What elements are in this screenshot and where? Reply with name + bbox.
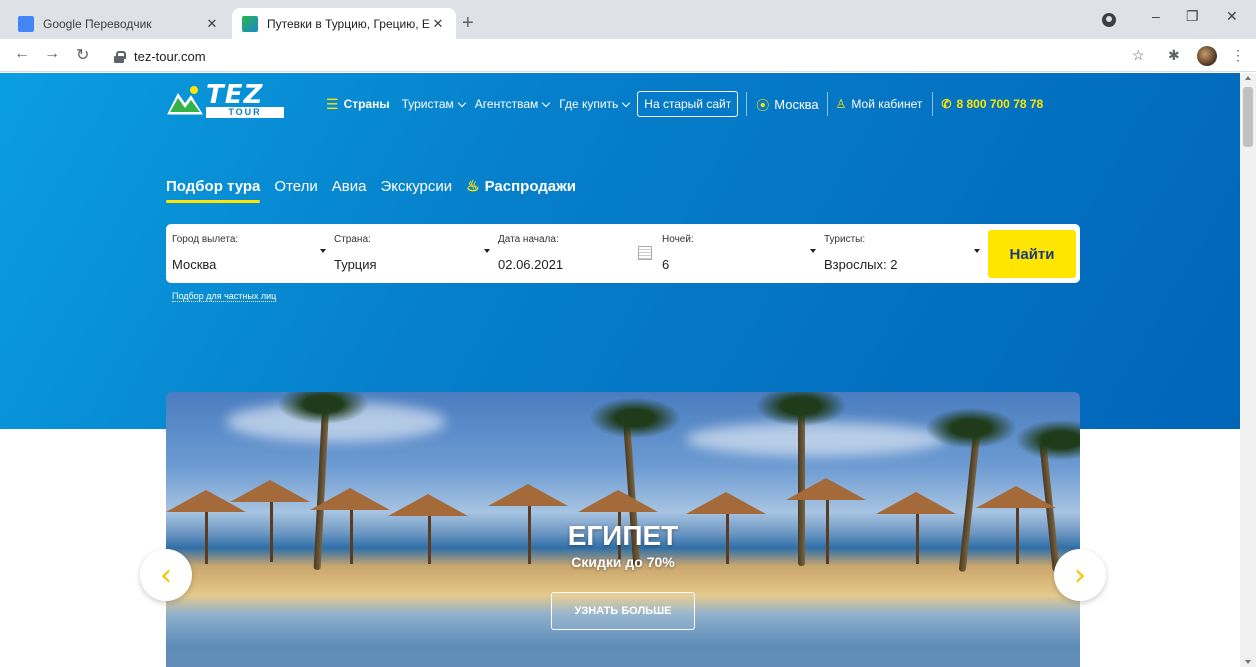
browser-toolbar: ← → ↻ tez-tour.com ☆ ✱ ⋮ xyxy=(0,39,1256,72)
nav-where-buy[interactable]: Где купить xyxy=(559,97,631,111)
beach-umbrella xyxy=(786,478,866,500)
tez-tour-favicon xyxy=(242,15,258,32)
learn-more-button[interactable]: УЗНАТЬ БОЛЬШЕ xyxy=(551,592,695,630)
chevron-down-icon xyxy=(542,98,551,107)
phone-link[interactable]: ✆ 8 800 700 78 78 xyxy=(941,97,1043,111)
tab-excursions[interactable]: Экскурсии xyxy=(380,178,452,195)
calendar-icon[interactable] xyxy=(638,246,652,260)
tab-hotels[interactable]: Отели xyxy=(274,178,317,195)
departure-city-select[interactable]: Город вылета: Москва xyxy=(166,224,330,283)
tab-tez-tour[interactable]: Путевки в Турцию, Грецию, Еги ✕ xyxy=(232,8,456,39)
divider xyxy=(932,92,934,116)
beach-umbrella xyxy=(230,480,310,502)
palm-leaves xyxy=(590,398,680,438)
back-arrow-icon[interactable]: ← xyxy=(14,45,30,63)
tourists-select[interactable]: Туристы: Взрослых: 2 xyxy=(818,224,984,283)
countries-list-icon: ☰ xyxy=(326,95,339,112)
user-avatar[interactable] xyxy=(1197,46,1217,66)
nights-select[interactable]: Ночей: 6 xyxy=(656,224,816,283)
tab-google-translate[interactable]: Google Переводчик ✕ xyxy=(8,8,230,39)
lock-icon xyxy=(114,50,126,63)
scroll-down-arrow-icon[interactable] xyxy=(1245,660,1251,664)
user-icon: ♙ xyxy=(835,97,847,111)
browser-menu-icon[interactable]: ⋮ xyxy=(1231,47,1245,64)
beach-umbrella xyxy=(976,486,1056,508)
beach-umbrella xyxy=(310,488,390,510)
location-pin-icon: ⦿ xyxy=(756,97,770,113)
tab-sales[interactable]: ♨ Распродажи xyxy=(466,177,576,195)
logo-subtext: TOUR xyxy=(206,107,284,118)
banner-title: ЕГИПЕТ xyxy=(567,520,679,551)
phone-icon: ✆ xyxy=(941,97,952,111)
beach-umbrella xyxy=(488,484,568,506)
dropdown-arrow-icon xyxy=(974,249,980,253)
tour-search-form: Город вылета: Москва Страна: Турция Дата… xyxy=(166,224,1080,283)
logo-text: TEZ xyxy=(206,80,264,110)
tez-tour-logo[interactable]: TEZ TOUR xyxy=(166,81,286,119)
country-select[interactable]: Страна: Турция xyxy=(328,224,492,283)
tab-avia[interactable]: Авиа xyxy=(332,178,367,195)
cloud-decoration xyxy=(686,422,946,456)
bookmark-star-icon[interactable]: ☆ xyxy=(1132,47,1145,64)
slider-prev-button[interactable]: ‹ xyxy=(140,549,192,601)
slider-next-button[interactable]: › xyxy=(1054,549,1106,601)
chevron-left-icon: ‹ xyxy=(160,557,172,593)
search-type-tabs: Подбор тура Отели Авиа Экскурсии ♨ Распро… xyxy=(166,177,590,203)
divider xyxy=(826,92,828,116)
url-text[interactable]: tez-tour.com xyxy=(134,49,206,64)
city-selector[interactable]: ⦿ Москва xyxy=(756,95,818,114)
nav-countries[interactable]: ☰ Страны xyxy=(326,96,390,113)
beach-umbrella xyxy=(388,494,468,516)
palm-leaves xyxy=(926,408,1016,448)
banner-subtitle: Скидки до 70% xyxy=(571,554,675,570)
beach-umbrella xyxy=(686,492,766,514)
hero-section: TEZ TOUR ☰ Страны Туристам Агентствам Гд… xyxy=(0,73,1240,429)
minimize-button[interactable]: – xyxy=(1152,8,1160,24)
forward-arrow-icon[interactable]: → xyxy=(44,45,60,63)
chevron-down-icon xyxy=(622,98,631,107)
beach-umbrella xyxy=(876,492,956,514)
google-translate-icon xyxy=(18,15,34,32)
top-navigation: ☰ Страны Туристам Агентствам Где купить … xyxy=(326,89,1043,119)
dropdown-arrow-icon xyxy=(484,249,490,253)
address-bar[interactable]: tez-tour.com xyxy=(106,43,1122,69)
tab-tour-selection[interactable]: Подбор тура xyxy=(166,178,261,203)
nav-agencies[interactable]: Агентствам xyxy=(475,97,551,111)
tab-title: Путевки в Турцию, Грецию, Еги xyxy=(267,16,430,31)
divider xyxy=(746,92,748,116)
palm-leaves xyxy=(756,392,846,426)
start-date-input[interactable]: Дата начала: 02.06.2021 xyxy=(492,224,656,283)
dropdown-arrow-icon xyxy=(320,249,326,253)
promo-banner[interactable]: ЕГИПЕТ Скидки до 70% УЗНАТЬ БОЛЬШЕ xyxy=(166,392,1080,667)
tab-title: Google Переводчик xyxy=(43,16,152,31)
chevron-down-icon xyxy=(457,98,467,107)
maximize-button[interactable]: ❐ xyxy=(1186,8,1199,25)
scroll-thumb[interactable] xyxy=(1243,87,1253,147)
reload-icon[interactable]: ↻ xyxy=(76,45,89,65)
dropdown-arrow-icon xyxy=(810,249,816,253)
private-persons-link[interactable]: Подбор для частных лиц xyxy=(172,291,277,302)
my-cabinet-link[interactable]: ♙ Мой кабинет xyxy=(836,97,923,111)
tab-close-icon[interactable]: ✕ xyxy=(204,16,220,32)
logo-mountain-icon xyxy=(167,86,203,115)
tab-close-icon[interactable]: ✕ xyxy=(430,16,446,32)
close-window-button[interactable]: ✕ xyxy=(1226,8,1238,25)
nav-tourists[interactable]: Туристам xyxy=(402,97,467,111)
page-viewport: TEZ TOUR ☰ Страны Туристам Агентствам Гд… xyxy=(0,73,1240,667)
flame-icon: ♨ xyxy=(466,178,480,195)
new-tab-button[interactable]: + xyxy=(462,12,474,35)
profile-menu-icon[interactable] xyxy=(1102,13,1116,27)
palm-leaves xyxy=(1016,420,1080,460)
browser-tab-bar: Google Переводчик ✕ Путевки в Турцию, Гр… xyxy=(0,0,1256,39)
beach-umbrella xyxy=(578,490,658,512)
scroll-up-arrow-icon[interactable] xyxy=(1245,76,1251,80)
extensions-icon[interactable]: ✱ xyxy=(1168,47,1180,64)
find-button[interactable]: Найти xyxy=(988,230,1076,278)
old-site-button[interactable]: На старый сайт xyxy=(637,91,739,117)
page-scrollbar[interactable] xyxy=(1240,73,1256,667)
chevron-right-icon: › xyxy=(1074,557,1086,593)
